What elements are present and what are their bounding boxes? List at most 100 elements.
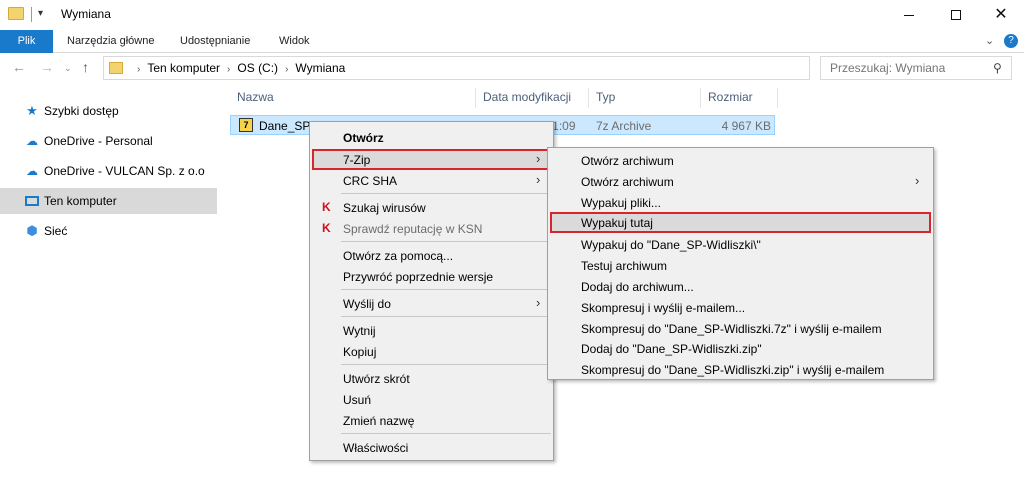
navigation-bar: ← → ⌄ ↑ ›Ten komputer›OS (C:)›Wymiana ⌄ …: [0, 53, 1024, 83]
computer-icon: [25, 196, 39, 206]
submenu-item-label: Testuj archiwum: [581, 259, 668, 273]
tab-view[interactable]: Widok: [271, 30, 318, 53]
submenu-item-open-archive-as[interactable]: Otwórz archiwum ›: [550, 171, 931, 192]
7z-archive-icon: 7: [239, 118, 253, 132]
menu-item-label: Utwórz skrót: [343, 372, 410, 386]
menu-divider: [341, 241, 551, 242]
menu-item-open[interactable]: Otwórz: [312, 127, 551, 148]
menu-item-open-with[interactable]: Otwórz za pomocą...: [312, 245, 551, 266]
submenu-item-label: Skompresuj do "Dane_SP-Widliszki.zip" i …: [581, 363, 885, 377]
sidebar-item-onedrive-vulcan[interactable]: ☁ OneDrive - VULCAN Sp. z o.o: [0, 158, 217, 184]
breadcrumb-item[interactable]: Wymiana: [295, 61, 345, 75]
breadcrumb-separator-icon: ›: [137, 64, 141, 75]
submenu-item-test-archive[interactable]: Testuj archiwum: [550, 255, 931, 276]
quick-access-divider: [31, 7, 32, 22]
submenu-item-extract-files[interactable]: Wypakuj pliki...: [550, 192, 931, 213]
submenu-item-compress-7z-email[interactable]: Skompresuj do "Dane_SP-Widliszki.7z" i w…: [550, 318, 931, 339]
folder-icon: [8, 7, 24, 20]
sidebar-item-label: OneDrive - VULCAN Sp. z o.o: [44, 164, 205, 178]
menu-item-7zip[interactable]: 7-Zip ›: [312, 149, 551, 170]
column-header-date[interactable]: Data modyfikacji: [476, 88, 589, 108]
search-icon[interactable]: ⚲: [993, 61, 1002, 75]
menu-item-rename[interactable]: Zmień nazwę: [312, 410, 551, 431]
submenu-item-label: Otwórz archiwum: [581, 175, 674, 189]
submenu-item-label: Dodaj do archiwum...: [581, 280, 694, 294]
window-title: Wymiana: [61, 7, 111, 21]
forward-arrow-icon[interactable]: →: [40, 59, 54, 75]
menu-item-label: Usuń: [343, 393, 372, 407]
menu-item-check-reputation[interactable]: K Sprawdź reputację w KSN: [312, 218, 551, 239]
network-icon: ⬢: [26, 223, 38, 238]
close-icon: ✕: [994, 6, 1008, 23]
up-arrow-icon[interactable]: ↑: [82, 59, 89, 75]
column-header-size[interactable]: Rozmiar: [701, 88, 778, 108]
menu-item-scan-viruses[interactable]: K Szukaj wirusów: [312, 197, 551, 218]
chevron-right-icon: ›: [536, 295, 541, 310]
recent-locations-icon[interactable]: ⌄: [64, 63, 72, 74]
menu-item-label: Wytnij: [343, 324, 376, 338]
7zip-submenu: Otwórz archiwum Otwórz archiwum › Wypakuj…: [547, 147, 934, 380]
address-bar[interactable]: ›Ten komputer›OS (C:)›Wymiana ⌄ ↻: [103, 56, 909, 80]
sidebar-item-label: Sieć: [44, 224, 68, 238]
tab-file[interactable]: Plik: [0, 30, 53, 53]
sidebar-item-label: Szybki dostęp: [44, 104, 119, 118]
menu-item-label: Zmień nazwę: [343, 414, 415, 428]
tab-home[interactable]: Narzędzia główne: [59, 30, 162, 53]
menu-item-cut[interactable]: Wytnij: [312, 320, 551, 341]
submenu-item-open-archive[interactable]: Otwórz archiwum: [550, 150, 931, 171]
menu-item-properties[interactable]: Właściwości: [312, 437, 551, 458]
sidebar-item-this-pc[interactable]: Ten komputer: [0, 188, 217, 214]
submenu-item-label: Dodaj do "Dane_SP-Widliszki.zip": [581, 342, 762, 356]
submenu-item-extract-here[interactable]: Wypakuj tutaj: [550, 212, 931, 233]
submenu-item-label: Wypakuj tutaj: [581, 216, 653, 230]
menu-item-create-shortcut[interactable]: Utwórz skrót: [312, 368, 551, 389]
submenu-item-compress-email[interactable]: Skompresuj i wyślij e-mailem...: [550, 297, 931, 318]
breadcrumb-item[interactable]: OS (C:): [237, 61, 278, 75]
menu-item-label: Szukaj wirusów: [343, 201, 426, 215]
submenu-item-add-to-zip[interactable]: Dodaj do "Dane_SP-Widliszki.zip": [550, 338, 931, 359]
menu-item-crc-sha[interactable]: CRC SHA ›: [312, 170, 551, 191]
minimize-icon: [904, 14, 914, 16]
kaspersky-icon: K: [322, 200, 331, 214]
column-header-type[interactable]: Typ: [589, 88, 701, 108]
breadcrumb-separator-icon[interactable]: ›: [285, 64, 288, 75]
column-headers: Nazwa Data modyfikacji Typ Rozmiar: [230, 88, 778, 108]
search-input[interactable]: [830, 61, 990, 75]
expand-ribbon-icon[interactable]: ⌄: [985, 34, 994, 47]
menu-divider: [341, 289, 551, 290]
breadcrumb-separator-icon[interactable]: ›: [227, 64, 230, 75]
sidebar-item-quick-access[interactable]: ★ Szybki dostęp: [0, 98, 217, 124]
submenu-item-compress-zip-email[interactable]: Skompresuj do "Dane_SP-Widliszki.zip" i …: [550, 359, 931, 380]
menu-item-restore-versions[interactable]: Przywróć poprzednie wersje: [312, 266, 551, 287]
kaspersky-icon: K: [322, 221, 331, 235]
help-icon[interactable]: ?: [1004, 34, 1018, 48]
file-type: 7z Archive: [596, 119, 652, 133]
star-icon: ★: [26, 103, 38, 118]
column-header-name[interactable]: Nazwa: [230, 88, 476, 108]
ribbon-tabs: Plik Narzędzia główne Udostępnianie Wido…: [0, 30, 1024, 53]
breadcrumb: › Ten komputer › OS (C:) › Wymiana: [130, 61, 345, 75]
submenu-item-add-to-archive[interactable]: Dodaj do archiwum...: [550, 276, 931, 297]
folder-icon: [109, 62, 123, 74]
breadcrumb-item[interactable]: Ten komputer: [147, 61, 220, 75]
menu-item-delete[interactable]: Usuń: [312, 389, 551, 410]
search-box[interactable]: ⚲: [820, 56, 1012, 80]
minimize-button[interactable]: [886, 0, 932, 30]
menu-item-copy[interactable]: Kopiuj: [312, 341, 551, 362]
maximize-icon: [951, 10, 961, 20]
cloud-icon: ☁: [26, 164, 38, 178]
sidebar-item-label: OneDrive - Personal: [44, 134, 153, 148]
tab-share[interactable]: Udostępnianie: [172, 30, 258, 53]
menu-item-label: Sprawdź reputację w KSN: [343, 222, 483, 236]
close-button[interactable]: ✕: [978, 0, 1024, 30]
sidebar-item-onedrive-personal[interactable]: ☁ OneDrive - Personal: [0, 128, 217, 154]
sidebar-item-network[interactable]: ⬢ Sieć: [0, 218, 217, 244]
menu-item-send-to[interactable]: Wyślij do ›: [312, 293, 551, 314]
menu-item-label: Właściwości: [343, 441, 409, 455]
back-arrow-icon[interactable]: ←: [12, 59, 26, 75]
maximize-button[interactable]: [933, 0, 979, 30]
menu-item-label: Wyślij do: [343, 297, 391, 311]
quick-access-dropdown-icon[interactable]: ▾: [38, 8, 43, 19]
submenu-item-extract-to-folder[interactable]: Wypakuj do "Dane_SP-Widliszki\": [550, 234, 931, 255]
menu-item-label: CRC SHA: [343, 174, 398, 188]
